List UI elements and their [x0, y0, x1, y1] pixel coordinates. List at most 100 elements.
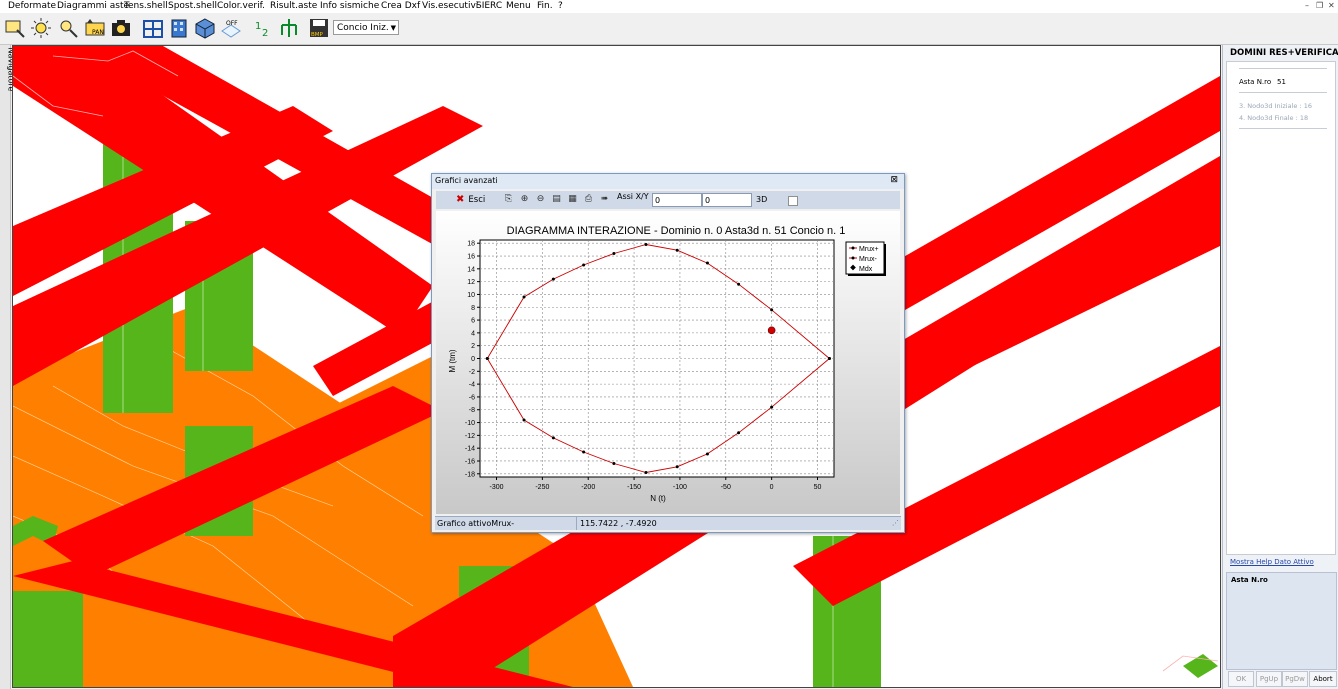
off-layer-icon[interactable]: OFF — [220, 17, 242, 39]
ok-button[interactable]: OK — [1228, 671, 1254, 687]
tree-icon[interactable] — [278, 17, 300, 39]
save-chart-icon[interactable]: ▤ — [551, 194, 562, 205]
y-tick-label: -4 — [469, 382, 475, 389]
pan-label: PAN — [92, 29, 104, 36]
y-coord-input[interactable]: 0 — [702, 193, 752, 207]
zoom-in-icon[interactable]: ⊕ — [519, 194, 530, 205]
point-mrux-plus — [582, 263, 586, 267]
close-icon[interactable]: ⊠ — [890, 175, 898, 185]
copy-chart-icon[interactable]: ⎘ — [503, 194, 514, 205]
dialog-toolbar: ✖ Esci ⎘ ⊕ ⊖ ▤ ▦ ⎙ ➠ Assi X/Y : 0 0 3D — [436, 191, 900, 209]
menu-diagrammi-aste[interactable]: Diagrammi aste — [57, 0, 129, 12]
x-tick-label: 50 — [814, 484, 822, 491]
point-mrux-plus — [675, 248, 679, 252]
legend-mrux-plus: Mrux+ — [859, 246, 879, 253]
point-mrux-minus — [644, 471, 648, 475]
point-mrux-plus — [770, 308, 774, 312]
x-tick-label: 0 — [770, 484, 774, 491]
menu-menu[interactable]: Menu — [506, 0, 531, 12]
close-icon[interactable]: ✕ — [1328, 0, 1335, 12]
restore-icon[interactable]: ❐ — [1316, 0, 1323, 12]
point-mrux-minus — [612, 462, 616, 466]
asta-value-field[interactable]: 51 — [1277, 78, 1332, 86]
menu-bar: Deformate Diagrammi aste Tens.shell Spos… — [0, 0, 1338, 13]
structure-3d-icon[interactable] — [142, 17, 164, 39]
esci-button[interactable]: ✖ Esci — [456, 194, 485, 205]
abort-button[interactable]: Abort — [1309, 671, 1337, 687]
zoom-out-icon[interactable]: ⊖ — [535, 194, 546, 205]
concio-combo-value: Concio Iniz. — [337, 23, 389, 33]
point-mrux-plus — [644, 242, 648, 246]
menu-info-sismiche[interactable]: Info sismiche — [320, 0, 379, 12]
menu-vis-esecutivi[interactable]: Vis.esecutivi — [422, 0, 478, 12]
x-tick-label: -300 — [489, 484, 503, 491]
point-mrux-minus — [737, 431, 741, 435]
y-tick-label: -6 — [469, 394, 475, 401]
dialog-titlebar[interactable]: Grafici avanzati ⊠ — [432, 174, 904, 189]
zoom-glass-icon[interactable] — [57, 17, 79, 39]
dialog-title: Grafici avanzati — [435, 176, 498, 185]
help-link[interactable]: Mostra Help Dato Attivo — [1230, 558, 1314, 566]
bmp-label: BMP — [311, 32, 324, 38]
building-icon[interactable] — [168, 17, 190, 39]
print-icon[interactable]: ⎙ — [583, 194, 594, 205]
menu-color-verif[interactable]: Color.verif. — [217, 0, 265, 12]
nodo-finale-item[interactable]: 4. Nodo3d Finale : 18 — [1239, 114, 1308, 122]
chevron-down-icon[interactable]: ▼ — [391, 21, 396, 36]
bmp-save-icon[interactable]: BMP — [308, 17, 330, 39]
y-tick-label: -16 — [465, 458, 475, 465]
point-mrux-plus — [522, 295, 526, 299]
dialog-statusbar: Grafico attivoMrux- 115.7422 , -7.4920 ⋰ — [435, 516, 901, 530]
svg-text:2: 2 — [262, 28, 268, 39]
x-coord-input[interactable]: 0 — [652, 193, 702, 207]
legend-mrux-minus: Mrux- — [859, 256, 878, 263]
resize-grip-icon[interactable]: ⋰ — [892, 519, 899, 527]
y-tick-label: 8 — [471, 305, 475, 312]
checkbox-3d[interactable] — [788, 196, 798, 206]
help-box: Asta N.ro — [1226, 572, 1337, 670]
camera-icon[interactable] — [110, 17, 132, 39]
pgdw-button[interactable]: PgDw — [1282, 671, 1308, 687]
menu-spost-shell[interactable]: Spost.shell — [168, 0, 217, 12]
esci-label: Esci — [468, 195, 486, 205]
off-label: OFF — [226, 20, 238, 27]
menu-deformate[interactable]: Deformate — [8, 0, 56, 12]
x-tick-label: -150 — [627, 484, 641, 491]
export-icon[interactable]: ➠ — [599, 194, 610, 205]
help-box-title: Asta N.ro — [1231, 576, 1268, 584]
exit-x-icon: ✖ — [456, 194, 465, 205]
status-active-chart: Grafico attivoMrux- — [437, 519, 515, 528]
cube-view-icon[interactable] — [194, 17, 216, 39]
y-tick-label: -14 — [465, 446, 475, 453]
y-tick-label: 18 — [467, 241, 475, 248]
y-tick-label: -12 — [465, 433, 475, 440]
zoom-window-icon[interactable] — [4, 17, 26, 39]
menu-help[interactable]: ? — [558, 0, 563, 12]
nodo-iniziale-item[interactable]: 3. Nodo3d Iniziale : 16 — [1239, 102, 1312, 110]
menu-sierc[interactable]: SIERC — [476, 0, 502, 12]
panel-title: DOMINI RES+VERIFICA — [1230, 48, 1338, 58]
navigator-tab[interactable]: Navigatore — [0, 45, 15, 689]
interaction-chart: DIAGRAMMA INTERAZIONE - Dominio n. 0 Ast… — [436, 211, 900, 514]
asta-label: Asta N.ro — [1239, 78, 1272, 86]
pan-folder-icon[interactable]: PAN — [84, 17, 106, 39]
y-axis-label: M (tm) — [448, 349, 457, 372]
menu-fin[interactable]: Fin. — [537, 0, 553, 12]
pgup-button[interactable]: PgUp — [1256, 671, 1282, 687]
concio-combo[interactable]: Concio Iniz. ▼ — [333, 20, 399, 35]
chart-title: DIAGRAMMA INTERAZIONE - Dominio n. 0 Ast… — [507, 225, 846, 237]
menu-crea-dxf[interactable]: Crea Dxf — [381, 0, 420, 12]
point-mrux-minus — [827, 357, 831, 360]
y-tick-label: 16 — [467, 254, 475, 261]
x-tick-label: -50 — [721, 484, 731, 491]
y-tick-label: 14 — [467, 266, 475, 273]
pan-sun-icon[interactable] — [30, 17, 52, 39]
layout-icon[interactable]: ▦ — [567, 194, 578, 205]
menu-risult-aste[interactable]: Risult.aste — [270, 0, 317, 12]
renumber-icon[interactable]: 12 — [252, 17, 274, 39]
y-tick-label: 12 — [467, 279, 475, 286]
menu-tens-shell[interactable]: Tens.shell — [124, 0, 168, 12]
right-panel: DOMINI RES+VERIFICA Asta N.ro 51 3. Nodo… — [1222, 45, 1338, 689]
minimize-icon[interactable]: – — [1305, 0, 1309, 12]
chart-area[interactable]: DIAGRAMMA INTERAZIONE - Dominio n. 0 Ast… — [436, 211, 900, 514]
